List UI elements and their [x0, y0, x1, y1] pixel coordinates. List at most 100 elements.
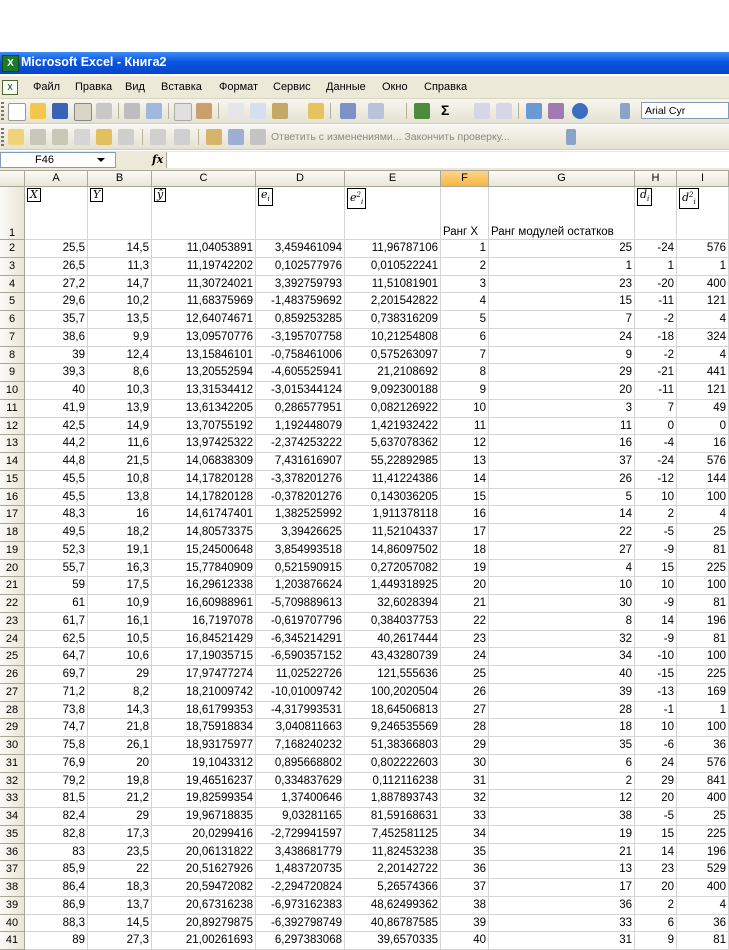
cell-h[interactable]: 29	[635, 772, 677, 791]
row-header[interactable]: 38	[0, 879, 25, 897]
print-preview-icon[interactable]	[124, 103, 140, 119]
cell-i[interactable]: 36	[677, 914, 729, 933]
cell-e[interactable]: 11,96787106	[345, 240, 441, 258]
cell-c[interactable]: 17,19035715	[152, 648, 256, 666]
row-header[interactable]: 25	[0, 648, 25, 666]
cell-e[interactable]: 9,246535569	[345, 719, 441, 737]
menu-help[interactable]: Справка	[424, 81, 467, 93]
cell-d[interactable]: 3,39426625	[256, 524, 345, 542]
cell-f[interactable]: 13	[441, 453, 489, 471]
row-header[interactable]: 7	[0, 328, 25, 347]
cell-e[interactable]: 1,911378118	[345, 506, 441, 524]
menu-insert[interactable]: Вставка	[161, 81, 202, 93]
cell-b[interactable]: 10,3	[88, 382, 152, 400]
cell-b[interactable]: 9,9	[88, 328, 152, 347]
cell-h[interactable]: 1	[635, 257, 677, 276]
cell-i[interactable]: 400	[677, 790, 729, 808]
cell-a[interactable]: 89	[25, 932, 88, 950]
update-file-icon[interactable]	[228, 129, 244, 145]
cell-e[interactable]: 7,452581125	[345, 825, 441, 844]
row-header[interactable]: 2	[0, 240, 25, 258]
cell-b[interactable]: 14,7	[88, 275, 152, 294]
cell-d[interactable]: 0,859253285	[256, 311, 345, 329]
cell-d[interactable]: -3,015344124	[256, 382, 345, 400]
cell-a[interactable]: 44,8	[25, 453, 88, 471]
cell-e[interactable]: 43,43280739	[345, 648, 441, 666]
cell-g[interactable]: 10	[489, 577, 635, 595]
cell-e[interactable]: 10,21254808	[345, 328, 441, 347]
insert-function-icon[interactable]: fx	[152, 153, 163, 166]
cell-h[interactable]: 14	[635, 843, 677, 862]
cell-f[interactable]: 27	[441, 701, 489, 720]
cell-f[interactable]: 9	[441, 382, 489, 400]
cell-a[interactable]: 69,7	[25, 666, 88, 684]
row-header[interactable]: 27	[0, 683, 25, 702]
cell-g[interactable]: 34	[489, 648, 635, 666]
cell-b[interactable]: 13,5	[88, 311, 152, 329]
row-header[interactable]: 12	[0, 417, 25, 436]
cell-h[interactable]: 2	[635, 506, 677, 524]
copy-icon[interactable]	[250, 103, 266, 119]
cell-a[interactable]: 39,3	[25, 364, 88, 382]
cell-c[interactable]: 14,06838309	[152, 453, 256, 471]
cell-e[interactable]: 0,272057082	[345, 559, 441, 578]
cell-h[interactable]: -5	[635, 808, 677, 826]
cell-a[interactable]: 45,5	[25, 488, 88, 507]
menu-tools[interactable]: Сервис	[273, 81, 311, 93]
research-icon[interactable]	[196, 103, 212, 119]
cell-a[interactable]: 35,7	[25, 311, 88, 329]
cell-h[interactable]: -9	[635, 541, 677, 560]
cell-c[interactable]: 18,21009742	[152, 683, 256, 702]
row-header[interactable]: 8	[0, 346, 25, 365]
cell-f[interactable]: 37	[441, 879, 489, 897]
cell-h[interactable]: -5	[635, 524, 677, 542]
cell-c[interactable]: 13,20552594	[152, 364, 256, 382]
row-header[interactable]: 6	[0, 311, 25, 329]
cell-c[interactable]: 20,59472082	[152, 879, 256, 897]
cell-g[interactable]: 6	[489, 754, 635, 773]
sort-ascending-icon[interactable]	[474, 103, 490, 119]
cell-i[interactable]: 144	[677, 470, 729, 489]
cell-h[interactable]: -21	[635, 364, 677, 382]
cell-c[interactable]: 16,60988961	[152, 595, 256, 613]
cell-b[interactable]: 13,8	[88, 488, 152, 507]
cell-e[interactable]: 40,86787585	[345, 914, 441, 933]
mail-recipient-icon[interactable]	[250, 129, 266, 145]
cell-f[interactable]: 15	[441, 488, 489, 507]
cell-h[interactable]: 24	[635, 754, 677, 773]
cell-g[interactable]: 37	[489, 453, 635, 471]
cell-e[interactable]: 11,41224386	[345, 470, 441, 489]
cell-b[interactable]: 10,8	[88, 470, 152, 489]
cell-b[interactable]: 27,3	[88, 932, 152, 950]
cell-a[interactable]: 52,3	[25, 541, 88, 560]
cell-h[interactable]: 10	[635, 577, 677, 595]
drawing-icon[interactable]	[548, 103, 564, 119]
cell-d[interactable]: 3,438681779	[256, 843, 345, 862]
cell-b[interactable]: 13,9	[88, 399, 152, 418]
cell-e[interactable]: 2,20142722	[345, 861, 441, 879]
cell-c[interactable]: 19,1043312	[152, 754, 256, 773]
cell-i[interactable]: 225	[677, 666, 729, 684]
cell-a[interactable]: 40	[25, 382, 88, 400]
cell-a[interactable]: 64,7	[25, 648, 88, 666]
cell-h[interactable]: -10	[635, 648, 677, 666]
cell-f[interactable]: 10	[441, 399, 489, 418]
cell-e[interactable]: 81,59168631	[345, 808, 441, 826]
cell-i[interactable]: 529	[677, 861, 729, 879]
help-icon[interactable]	[572, 103, 588, 119]
cell-c[interactable]: 16,29612338	[152, 577, 256, 595]
print-icon[interactable]	[96, 103, 112, 119]
cell-h[interactable]: -24	[635, 453, 677, 471]
cell-b[interactable]: 18,3	[88, 879, 152, 897]
cell-g[interactable]: 16	[489, 435, 635, 453]
cell-d[interactable]: 3,040811663	[256, 719, 345, 737]
cell-f[interactable]: 40	[441, 932, 489, 950]
menu-view[interactable]: Вид	[125, 81, 145, 93]
cell-i[interactable]: 841	[677, 772, 729, 791]
cell-b[interactable]: 12,4	[88, 346, 152, 365]
column-header-d[interactable]: D	[256, 171, 345, 187]
cell-h[interactable]: -9	[635, 630, 677, 649]
cell-f[interactable]: 1	[441, 240, 489, 258]
cell-c[interactable]: 16,84521429	[152, 630, 256, 649]
cell-e[interactable]: 0,010522241	[345, 257, 441, 276]
